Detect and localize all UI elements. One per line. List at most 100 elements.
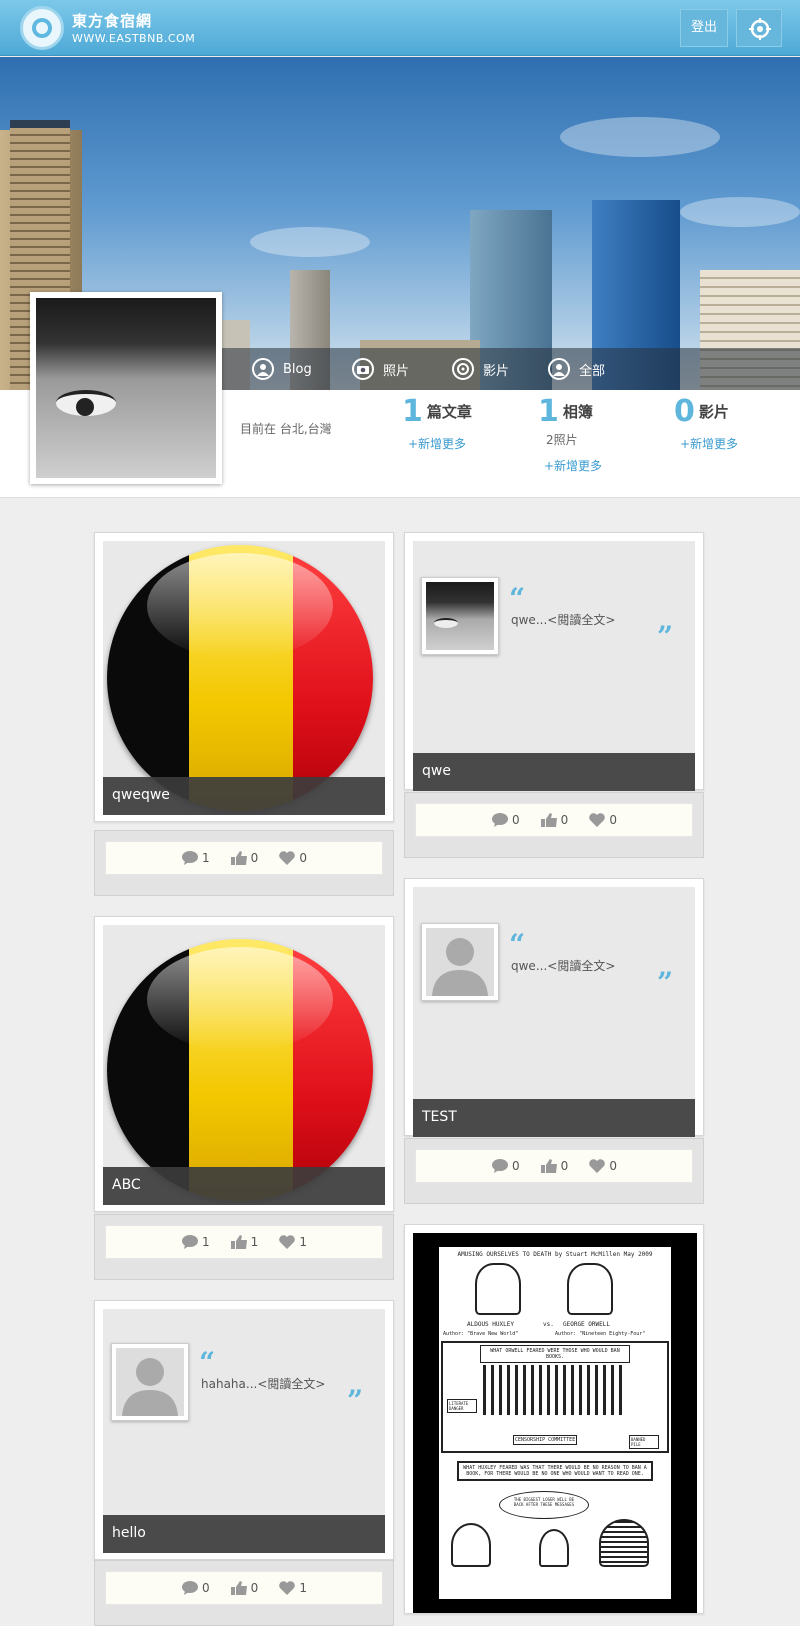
card-title: hello bbox=[103, 1515, 385, 1553]
favorite-count[interactable]: 1 bbox=[278, 1234, 307, 1250]
card-body: “ hahaha...<閱讀全文> ” hello bbox=[103, 1309, 385, 1553]
comment-icon bbox=[492, 1159, 509, 1173]
nav-blog[interactable]: Blog bbox=[252, 348, 312, 390]
post-thumbnail bbox=[111, 1343, 189, 1421]
post-excerpt[interactable]: qwe...<閱讀全文> bbox=[511, 611, 615, 628]
blog-card[interactable]: “ qwe...<閱讀全文> ” qwe bbox=[404, 532, 704, 791]
card-actions: 1 0 0 bbox=[94, 830, 394, 896]
nav-all[interactable]: 全部 bbox=[548, 348, 605, 390]
name-right: GEORGE ORWELL bbox=[563, 1321, 610, 1328]
profile-avatar[interactable] bbox=[30, 292, 222, 484]
card-title: qweqwe bbox=[103, 777, 385, 815]
name-left: ALDOUS HUXLEY bbox=[467, 1321, 514, 1328]
comment-count[interactable]: 1 bbox=[181, 850, 210, 866]
thumbs-up-icon bbox=[540, 813, 557, 827]
add-more-link[interactable]: +新增更多 bbox=[408, 435, 472, 452]
card-image: ABC bbox=[103, 925, 385, 1205]
heart-icon bbox=[589, 813, 606, 827]
user-icon bbox=[548, 358, 570, 380]
thumbs-up-icon bbox=[230, 851, 247, 865]
blog-card[interactable]: “ hahaha...<閱讀全文> ” hello bbox=[94, 1300, 394, 1560]
quote-open-mark: “ bbox=[509, 928, 526, 961]
brand-url: WWW.EASTBNB.COM bbox=[72, 32, 196, 45]
thumbs-up-icon bbox=[230, 1581, 247, 1595]
card-actions: 0 0 0 bbox=[404, 792, 704, 858]
belgium-flag-image bbox=[107, 939, 373, 1201]
stat-number: 1 bbox=[538, 394, 559, 429]
stat-label[interactable]: 篇文章 bbox=[427, 401, 472, 422]
favorite-count[interactable]: 0 bbox=[588, 812, 617, 828]
heart-icon bbox=[279, 1235, 296, 1249]
speech-bubble: THE BIGGEST LOSER WILL BE BACK AFTER THE… bbox=[499, 1491, 589, 1519]
settings-icon bbox=[749, 18, 771, 40]
like-count[interactable]: 1 bbox=[230, 1234, 258, 1250]
brand-name[interactable]: 東方食宿網 bbox=[72, 10, 152, 31]
stat-number: 0 bbox=[674, 394, 695, 429]
card-title: TEST bbox=[413, 1099, 695, 1137]
favorite-count[interactable]: 0 bbox=[278, 850, 307, 866]
add-more-link[interactable]: +新增更多 bbox=[544, 457, 602, 474]
top-bar: 東方食宿網 WWW.EASTBNB.COM 登出 bbox=[0, 0, 800, 56]
comment-icon bbox=[182, 1581, 199, 1595]
like-count[interactable]: 0 bbox=[540, 1158, 568, 1174]
card-image: qweqwe bbox=[103, 541, 385, 815]
nav-videos[interactable]: 影片 bbox=[452, 348, 509, 390]
profile-nav: Blog 照片 影片 全部 bbox=[220, 348, 800, 390]
comment-icon bbox=[182, 1235, 199, 1249]
stat-number: 1 bbox=[402, 394, 423, 429]
default-avatar-icon bbox=[122, 1358, 178, 1416]
like-count[interactable]: 0 bbox=[230, 1580, 258, 1596]
nav-label: 全部 bbox=[579, 363, 606, 379]
logo-icon[interactable] bbox=[20, 6, 64, 50]
comment-count[interactable]: 0 bbox=[491, 1158, 520, 1174]
album-card[interactable]: ABC bbox=[94, 916, 394, 1212]
card-body: “ qwe...<閱讀全文> ” qwe bbox=[413, 541, 695, 791]
avatar bbox=[36, 298, 216, 478]
card-title: ABC bbox=[103, 1167, 385, 1205]
photo-count: 2照片 bbox=[546, 433, 578, 447]
card-actions: 0 0 1 bbox=[94, 1560, 394, 1626]
comic-heading: AMUSING OURSELVES TO DEATH by Stuart McM… bbox=[457, 1251, 653, 1258]
like-count[interactable]: 0 bbox=[540, 812, 568, 828]
nav-photos[interactable]: 照片 bbox=[352, 348, 409, 390]
panel2-caption: WHAT HUXLEY FEARED WAS THAT THERE WOULD … bbox=[457, 1461, 653, 1481]
quote-open-mark: “ bbox=[509, 582, 526, 615]
favorite-count[interactable]: 0 bbox=[588, 1158, 617, 1174]
user-icon bbox=[252, 358, 274, 380]
author-left: Author: "Brave New World" bbox=[443, 1331, 519, 1337]
quote-open-mark: “ bbox=[199, 1346, 216, 1379]
stat-albums: 1 相簿 2照片 +新增更多 bbox=[538, 394, 602, 474]
default-avatar-icon bbox=[432, 938, 488, 996]
like-count[interactable]: 0 bbox=[230, 850, 258, 866]
post-excerpt[interactable]: qwe...<閱讀全文> bbox=[511, 957, 615, 974]
film-icon bbox=[452, 358, 474, 380]
thumbs-up-icon bbox=[230, 1235, 247, 1249]
logout-button[interactable]: 登出 bbox=[680, 9, 728, 47]
photo-card[interactable]: AMUSING OURSELVES TO DEATH by Stuart McM… bbox=[404, 1224, 704, 1614]
favorite-count[interactable]: 1 bbox=[278, 1580, 307, 1596]
album-card[interactable]: qweqwe bbox=[94, 532, 394, 822]
comment-icon bbox=[182, 851, 199, 865]
stat-articles: 1 篇文章 +新增更多 bbox=[402, 394, 472, 452]
literate-sign: LITERATE DANGER bbox=[447, 1399, 477, 1413]
nav-label: 照片 bbox=[383, 363, 410, 379]
thumbs-up-icon bbox=[540, 1159, 557, 1173]
settings-button[interactable] bbox=[736, 9, 782, 47]
heart-icon bbox=[279, 851, 296, 865]
comment-count[interactable]: 1 bbox=[181, 1234, 210, 1250]
stat-label[interactable]: 影片 bbox=[699, 401, 729, 422]
location-text: 目前在 台北,台灣 bbox=[240, 422, 332, 436]
post-thumbnail bbox=[421, 923, 499, 1001]
comment-count[interactable]: 0 bbox=[181, 1580, 210, 1596]
heart-icon bbox=[279, 1581, 296, 1595]
add-more-link[interactable]: +新增更多 bbox=[680, 435, 738, 452]
belgium-flag-image bbox=[107, 545, 373, 811]
comment-count[interactable]: 0 bbox=[491, 812, 520, 828]
banned-label: BANNED PILE bbox=[629, 1435, 659, 1449]
post-excerpt[interactable]: hahaha...<閱讀全文> bbox=[201, 1375, 325, 1392]
card-title: qwe bbox=[413, 753, 695, 791]
panel1-caption: WHAT ORWELL FEARED WERE THOSE WHO WOULD … bbox=[480, 1345, 630, 1363]
card-body: “ qwe...<閱讀全文> ” TEST bbox=[413, 887, 695, 1137]
blog-card[interactable]: “ qwe...<閱讀全文> ” TEST bbox=[404, 878, 704, 1137]
stat-label[interactable]: 相簿 bbox=[563, 401, 593, 422]
